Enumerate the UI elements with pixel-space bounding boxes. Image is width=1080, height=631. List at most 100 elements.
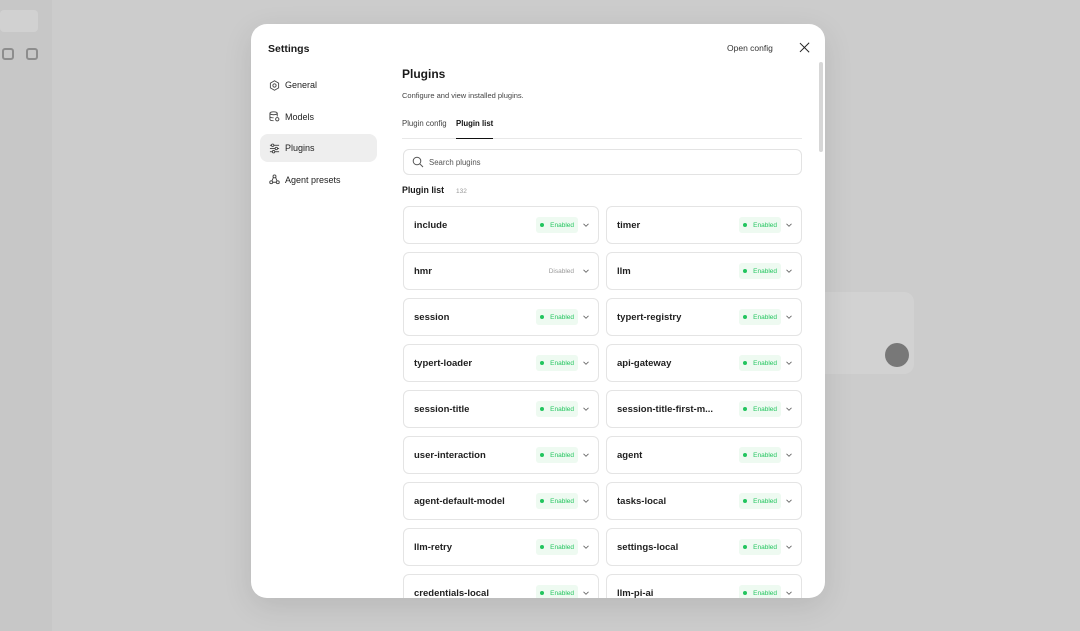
- plugin-card[interactable]: user-interaction Enabled: [403, 436, 599, 474]
- chevron-down-icon[interactable]: [785, 359, 793, 367]
- chevron-down-icon[interactable]: [785, 405, 793, 413]
- plugin-list-header: Plugin list 132: [402, 185, 467, 195]
- status-dot-icon: [539, 222, 545, 228]
- chevron-down-icon[interactable]: [785, 543, 793, 551]
- status-badge: Enabled: [738, 217, 781, 233]
- status-badge: Enabled: [738, 585, 781, 598]
- status-dot-icon: [539, 498, 545, 504]
- status-label: Enabled: [550, 221, 574, 229]
- status-label: Enabled: [753, 589, 777, 597]
- status-label: Enabled: [753, 359, 777, 367]
- plugin-name: agent-default-model: [414, 495, 505, 507]
- status-label: Enabled: [550, 359, 574, 367]
- dialog-title: Settings: [268, 43, 310, 55]
- plugin-card[interactable]: typert-loader Enabled: [403, 344, 599, 382]
- plugin-card[interactable]: llm Enabled: [606, 252, 802, 290]
- status-dot-icon: [742, 406, 748, 412]
- plugin-name: agent: [617, 449, 643, 461]
- status-dot-icon: [742, 268, 748, 274]
- status-label: Enabled: [753, 267, 777, 275]
- sidebar-item-label: General: [285, 80, 318, 90]
- chevron-down-icon[interactable]: [785, 589, 793, 597]
- plugin-name: user-interaction: [414, 449, 486, 461]
- status-dot-icon: [742, 314, 748, 320]
- sidebar-item-plugins[interactable]: Plugins: [260, 134, 377, 163]
- chevron-down-icon[interactable]: [582, 451, 590, 459]
- status-label: Disabled: [548, 267, 574, 275]
- chevron-down-icon[interactable]: [582, 359, 590, 367]
- sidebar-item-general[interactable]: General: [260, 71, 377, 99]
- plugin-card[interactable]: session Enabled: [403, 298, 599, 336]
- plugin-card[interactable]: credentials-local Enabled: [403, 574, 599, 598]
- chevron-down-icon[interactable]: [582, 313, 590, 321]
- status-label: Enabled: [550, 451, 574, 459]
- plugin-card[interactable]: session-title Enabled: [403, 390, 599, 428]
- status-dot-icon: [742, 452, 748, 458]
- plugin-card[interactable]: include Enabled: [403, 206, 599, 244]
- chevron-down-icon[interactable]: [785, 313, 793, 321]
- page-title: Plugins: [402, 67, 446, 81]
- search-box: [403, 149, 802, 175]
- plugin-grid: include Enabled timer Enabled hmr Disabled llm…: [403, 206, 802, 598]
- search-input[interactable]: [429, 157, 789, 167]
- plugin-card[interactable]: agent Enabled: [606, 436, 802, 474]
- status-label: Enabled: [753, 221, 777, 229]
- plugin-name: api-gateway: [617, 357, 672, 369]
- chevron-down-icon[interactable]: [785, 451, 793, 459]
- sidebar-item-models[interactable]: Models: [260, 103, 377, 131]
- scrollbar[interactable]: [819, 62, 823, 152]
- sidebar-item-label: Plugins: [285, 143, 315, 154]
- status-dot-icon: [742, 590, 748, 596]
- sidebar-item-agent-presets[interactable]: Agent presets: [260, 166, 377, 194]
- chevron-down-icon[interactable]: [582, 405, 590, 413]
- plugin-card[interactable]: hmr Disabled: [403, 252, 599, 290]
- status-badge: Enabled: [738, 493, 781, 509]
- chevron-down-icon[interactable]: [785, 267, 793, 275]
- plugin-card[interactable]: typert-registry Enabled: [606, 298, 802, 336]
- settings-sidebar: General Models Plugins Agent presets: [260, 71, 377, 197]
- tab-plugin-config[interactable]: Plugin config: [402, 119, 447, 139]
- plugin-card[interactable]: llm-pi-ai Enabled: [606, 574, 802, 598]
- chevron-down-icon[interactable]: [582, 543, 590, 551]
- plugin-card[interactable]: session-title-first-m... Enabled: [606, 390, 802, 428]
- chevron-down-icon[interactable]: [582, 267, 590, 275]
- plugin-name: session-title: [414, 403, 470, 415]
- status-dot-icon: [539, 360, 545, 366]
- plugin-name: llm-pi-ai: [617, 587, 654, 599]
- chevron-down-icon[interactable]: [582, 497, 590, 505]
- plugin-name: llm-retry: [414, 541, 453, 553]
- status-label: Enabled: [753, 405, 777, 413]
- plugin-name: llm: [617, 265, 631, 277]
- chevron-down-icon[interactable]: [582, 589, 590, 597]
- plugin-name: include: [414, 219, 448, 231]
- plugin-card[interactable]: agent-default-model Enabled: [403, 482, 599, 520]
- close-icon[interactable]: [797, 40, 813, 56]
- tab-plugin-list[interactable]: Plugin list: [456, 119, 494, 139]
- status-badge: Enabled: [535, 447, 578, 463]
- status-dot-icon: [539, 544, 545, 550]
- plugin-card[interactable]: tasks-local Enabled: [606, 482, 802, 520]
- status-badge: Disabled: [545, 263, 578, 279]
- plugin-card[interactable]: timer Enabled: [606, 206, 802, 244]
- status-dot-icon: [742, 498, 748, 504]
- plugin-card[interactable]: api-gateway Enabled: [606, 344, 802, 382]
- page-description: Configure and view installed plugins.: [402, 91, 524, 100]
- status-dot-icon: [742, 544, 748, 550]
- plugin-name: session: [414, 311, 450, 323]
- status-badge: Enabled: [535, 585, 578, 598]
- sidebar-item-label: Models: [285, 111, 315, 122]
- plugin-card[interactable]: settings-local Enabled: [606, 528, 802, 566]
- status-dot-icon: [539, 452, 545, 458]
- tab-bar: Plugin config Plugin list: [402, 114, 802, 139]
- plugin-count: 132: [456, 188, 467, 195]
- plugin-name: typert-loader: [414, 357, 473, 369]
- status-dot-icon: [539, 590, 545, 596]
- status-badge: Enabled: [535, 401, 578, 417]
- chevron-down-icon[interactable]: [785, 221, 793, 229]
- open-config-button[interactable]: Open config: [727, 43, 773, 53]
- chevron-down-icon[interactable]: [785, 497, 793, 505]
- status-label: Enabled: [550, 405, 574, 413]
- plugin-card[interactable]: llm-retry Enabled: [403, 528, 599, 566]
- chevron-down-icon[interactable]: [582, 221, 590, 229]
- plugin-name: settings-local: [617, 541, 679, 553]
